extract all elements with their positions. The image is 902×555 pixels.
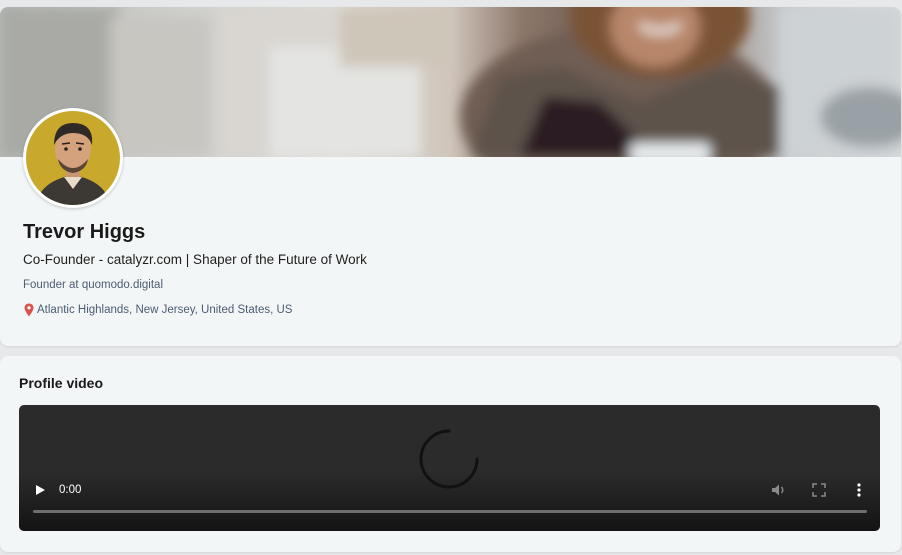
avatar[interactable] xyxy=(23,108,123,208)
profile-company: Founder at quomodo.digital xyxy=(23,279,164,291)
avatar-illustration xyxy=(26,111,120,205)
location-text: Atlantic Highlands, New Jersey, United S… xyxy=(37,304,293,316)
volume-icon[interactable] xyxy=(771,483,787,497)
video-section-title: Profile video xyxy=(19,375,104,391)
profile-location: Atlantic Highlands, New Jersey, United S… xyxy=(23,303,292,317)
loading-spinner-icon xyxy=(419,429,479,489)
play-icon[interactable] xyxy=(33,483,47,497)
profile-card: Trevor Higgs Co-Founder - catalyzr.com |… xyxy=(0,7,901,346)
cover-image xyxy=(0,7,901,157)
profile-video-card: Profile video 0:00 xyxy=(0,356,901,552)
video-player[interactable]: 0:00 xyxy=(19,405,880,531)
fullscreen-icon[interactable] xyxy=(812,483,826,497)
profile-headline: Co-Founder - catalyzr.com | Shaper of th… xyxy=(23,252,367,267)
more-vertical-icon[interactable] xyxy=(855,482,863,498)
profile-name: Trevor Higgs xyxy=(23,221,146,243)
location-pin-icon xyxy=(23,303,35,317)
cover-photo xyxy=(0,7,901,157)
video-time: 0:00 xyxy=(59,484,82,496)
video-progress-bar[interactable] xyxy=(33,510,867,513)
